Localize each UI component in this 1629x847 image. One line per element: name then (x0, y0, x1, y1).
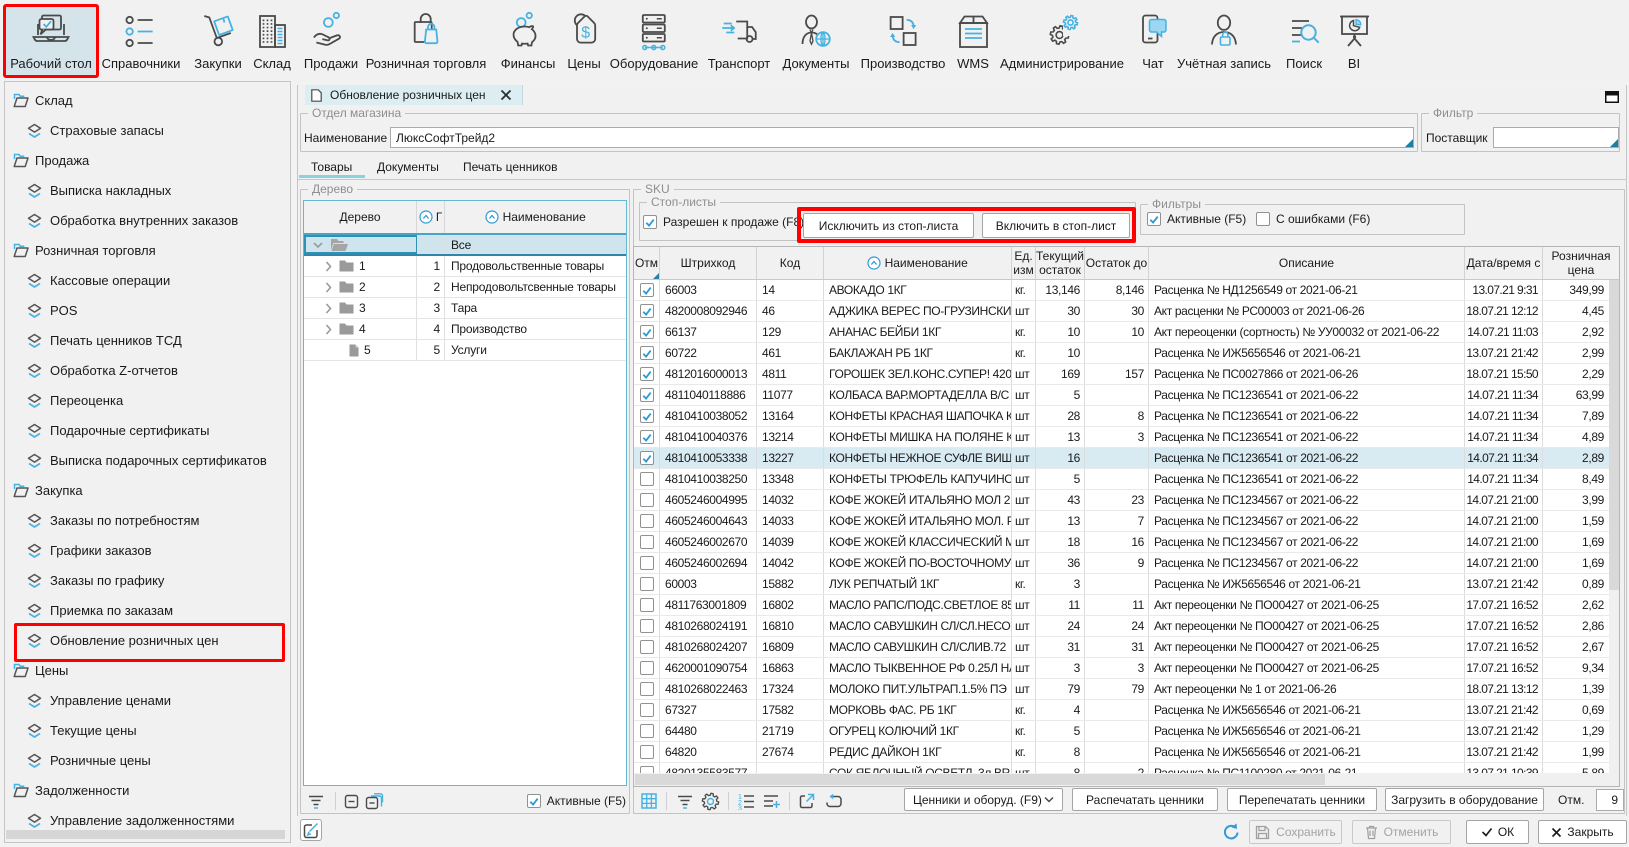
svg-text:$: $ (581, 25, 590, 42)
svg-text:3: 3 (738, 805, 742, 810)
